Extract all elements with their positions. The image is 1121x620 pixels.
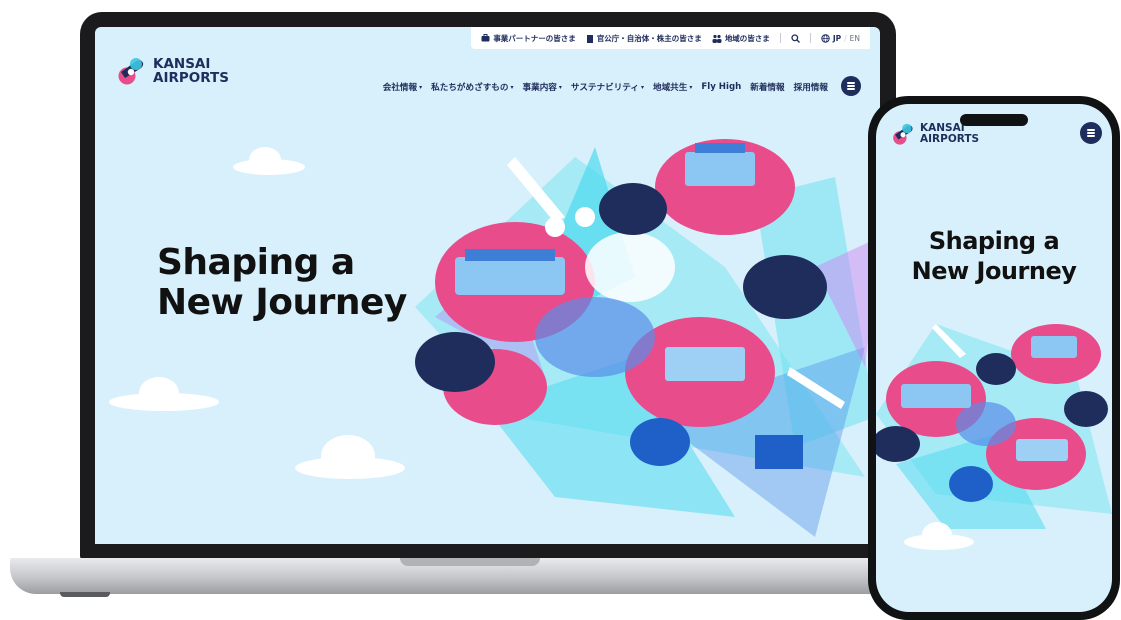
utility-link-label: 地域の皆さま [724,33,770,43]
mobile-page: KANSAI AIRPORTS Shaping a New Journey [876,104,1112,612]
utility-link-label: 官公庁・自治体・株主の皆さま [596,33,702,43]
chevron-down-icon: ▾ [419,83,423,91]
kansai-airports-logo-mark [893,123,913,145]
mobile-hero-title: Shaping a New Journey [876,226,1112,286]
briefcase-icon [481,34,490,42]
globe-icon [821,33,830,43]
nav-item-news[interactable]: 新着情報 [750,81,784,93]
laptop-foot [60,592,110,597]
chevron-down-icon: ▾ [689,83,693,91]
main-navigation: 会社情報 ▾ 私たちがめざすもの ▾ 事業内容 ▾ サステナビリティ ▾ 地域共生 ▾ F… [383,81,828,93]
language-en[interactable]: EN [850,34,860,43]
nav-item-label: 事業内容 [522,83,557,93]
chevron-down-icon: ▾ [510,83,514,91]
kansai-airports-logo-mark [118,58,144,85]
utility-link-label: 事業パートナーの皆さま [493,33,576,43]
desktop-page: 事業パートナーの皆さま 官公庁・自治体・株主の皆さま 地域の皆さま JP / E… [95,27,880,544]
cloud [109,377,219,411]
hero-title-line1: Shaping a [157,242,355,283]
hero-title-line2: New Journey [911,257,1077,285]
nav-item-label: 採用情報 [793,83,828,93]
logo-text-line1: KANSAI [153,55,211,72]
hero-illustration [415,139,880,537]
hero-title: Shaping a New Journey [157,243,407,323]
people-icon [712,34,722,43]
phone-screen: KANSAI AIRPORTS Shaping a New Journey [876,104,1112,612]
hamburger-menu-icon[interactable] [841,76,861,96]
nav-item-business[interactable]: 事業内容 ▾ [523,81,562,93]
building-icon [586,34,593,43]
nav-item-mission[interactable]: 私たちがめざすもの ▾ [431,81,513,93]
nav-item-community[interactable]: 地域共生 ▾ [653,81,692,93]
laptop-screen: 事業パートナーの皆さま 官公庁・自治体・株主の皆さま 地域の皆さま JP / E… [95,27,880,544]
language-separator: / [844,33,847,43]
logo-text-line2: AIRPORTS [153,70,229,86]
utility-bar: 事業パートナーの皆さま 官公庁・自治体・株主の皆さま 地域の皆さま JP / E… [471,27,870,49]
nav-item-label: サステナビリティ [570,83,639,93]
laptop-notch [400,558,540,566]
site-logo[interactable]: KANSAI AIRPORTS [117,56,229,86]
cloud [295,435,405,479]
nav-item-label: 地域共生 [652,83,688,93]
mobile-hero-illustration [876,324,1112,529]
cloud [904,522,974,550]
cloud [233,147,305,175]
nav-item-label: 会社情報 [382,83,418,93]
divider [809,33,811,43]
nav-item-company[interactable]: 会社情報 ▾ [383,81,422,93]
hero-title-line1: Shaping a [928,227,1060,255]
nav-item-label: 私たちがめざすもの [431,83,509,93]
utility-link-community[interactable]: 地域の皆さま [712,33,770,44]
utility-link-partners[interactable]: 事業パートナーの皆さま [481,33,576,44]
language-jp[interactable]: JP [833,34,841,43]
nav-item-label: 新着情報 [750,83,785,93]
mobile-hamburger-menu-icon[interactable] [1080,122,1102,144]
chevron-down-icon: ▾ [640,83,644,91]
phone-dynamic-island [960,114,1028,126]
nav-item-label: Fly High [701,82,742,92]
nav-item-careers[interactable]: 採用情報 [794,81,828,93]
nav-item-fly-high[interactable]: Fly High [701,81,741,93]
search-icon[interactable] [791,33,800,43]
language-switcher: JP / EN [821,34,860,43]
chevron-down-icon: ▾ [558,83,562,91]
nav-item-sustainability[interactable]: サステナビリティ ▾ [571,81,644,93]
logo-text-line2: AIRPORTS [920,133,980,145]
hero-title-line2: New Journey [157,282,407,323]
utility-link-government[interactable]: 官公庁・自治体・株主の皆さま [586,33,702,44]
divider [779,33,781,43]
